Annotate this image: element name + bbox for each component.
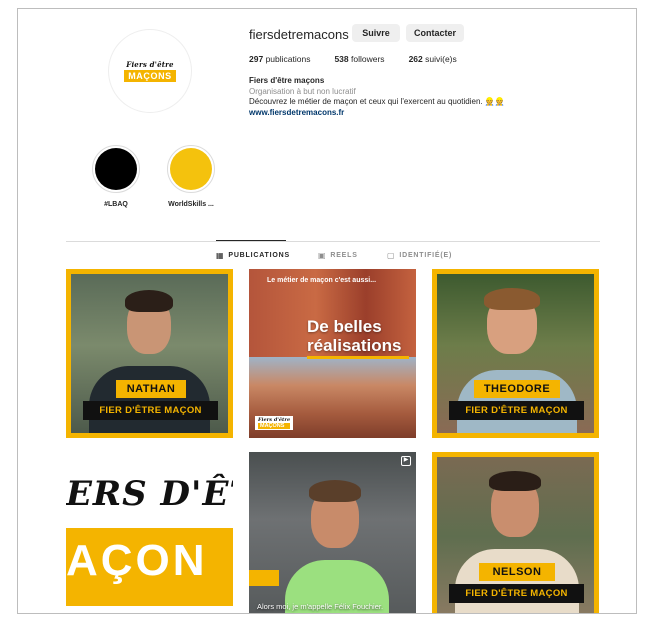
profile-avatar[interactable]: Fiers d'être MAÇONS	[108, 29, 192, 113]
tab-reels[interactable]: ▣ REELS	[318, 251, 358, 260]
highlight-ring	[92, 145, 140, 193]
post-tagline: FIER D'ÊTRE MAÇON	[449, 584, 584, 603]
tagged-icon: ▢	[387, 251, 396, 260]
tab-label: REELS	[330, 252, 358, 259]
post-theodore[interactable]: THEODORE FIER D'ÊTRE MAÇON	[432, 269, 599, 438]
active-tab-indicator	[216, 240, 286, 241]
highlight-label: WorldSkills ...	[168, 201, 214, 208]
post-title: De belles réalisations	[307, 317, 402, 355]
post-title-line: réalisations	[307, 336, 402, 355]
post-image: NELSON FIER D'ÊTRE MAÇON	[437, 457, 594, 613]
tab-tagged[interactable]: ▢ IDENTIFIÉ(E)	[387, 251, 452, 260]
post-nathan[interactable]: NATHAN FIER D'ÊTRE MAÇON	[66, 269, 233, 438]
person-hair	[489, 471, 541, 491]
tab-label: PUBLICATIONS	[228, 252, 290, 259]
reels-icon: ▣	[318, 251, 327, 260]
profile-stats: 297 publications 538 followers 262 suivi…	[249, 54, 457, 64]
highlight-lbaq[interactable]: #LBAQ	[88, 145, 144, 208]
highlight-cover	[170, 148, 212, 190]
post-image: Le métier de maçon c'est aussi... De bel…	[249, 269, 416, 438]
stat-followers[interactable]: 538 followers	[334, 54, 384, 64]
follow-button[interactable]: Suivre	[352, 24, 400, 42]
avatar-logo-top: Fiers d'être	[126, 60, 174, 69]
highlight-ring	[167, 145, 215, 193]
tab-label: IDENTIFIÉ(E)	[399, 252, 453, 259]
bio-link[interactable]: www.fiersdetremacons.fr	[249, 108, 579, 119]
person-hair	[125, 290, 173, 312]
post-name-tag: THEODORE	[474, 380, 560, 398]
profile-page: Fiers d'être MAÇONS fiersdetremacons Sui…	[17, 8, 637, 614]
bio-category: Organisation à but non lucratif	[249, 86, 356, 96]
highlight-label: #LBAQ	[104, 201, 128, 208]
bio-description: Découvrez le métier de maçon et ceux qui…	[249, 97, 505, 106]
grid-icon: ▦	[216, 251, 225, 260]
avatar-logo-bottom: MAÇONS	[124, 70, 176, 82]
person-hair	[484, 288, 540, 310]
person-torso	[455, 549, 579, 613]
person-torso	[89, 366, 210, 433]
tabs-divider	[66, 241, 600, 242]
stat-following[interactable]: 262 suivi(e)s	[409, 54, 457, 64]
post-image: NATHAN FIER D'ÊTRE MAÇON	[71, 274, 228, 433]
post-subtitle: Le métier de maçon c'est aussi...	[267, 277, 377, 284]
post-name-tag: NELSON	[479, 563, 555, 581]
tab-publications[interactable]: ▦ PUBLICATIONS	[216, 251, 290, 260]
profile-bio: Fiers d'être maçons Organisation à but n…	[249, 76, 579, 118]
highlight-cover	[95, 148, 137, 190]
highlight-worldskills[interactable]: WorldSkills ...	[163, 145, 219, 208]
post-image: Alors moi, je m'appelle Félix Fouchier. …	[249, 452, 416, 613]
post-name-tag: NATHAN	[116, 380, 186, 398]
post-nelson[interactable]: NELSON FIER D'ÊTRE MAÇON	[432, 452, 599, 613]
post-brand-graphic[interactable]: ERS D'ÊT AÇON	[66, 452, 233, 613]
post-yellow-accent	[249, 570, 279, 586]
video-caption: Alors moi, je m'appelle Félix Fouchier.	[257, 602, 384, 611]
post-brand-logo: Fiers d'être MAÇONS	[255, 416, 294, 430]
logo-bottom-text: MAÇONS	[258, 423, 291, 429]
post-graphic-text: ERS D'ÊT	[66, 474, 233, 514]
post-video-felix[interactable]: Alors moi, je m'appelle Félix Fouchier. …	[249, 452, 416, 613]
post-image: THEODORE FIER D'ÊTRE MAÇON	[437, 274, 594, 433]
contact-button[interactable]: Contacter	[406, 24, 464, 42]
person-hair	[309, 480, 361, 502]
post-tagline: FIER D'ÊTRE MAÇON	[83, 401, 218, 420]
post-title-line: De belles	[307, 317, 382, 336]
post-tagline: FIER D'ÊTRE MAÇON	[449, 401, 584, 420]
stat-posts: 297 publications	[249, 54, 311, 64]
title-underline	[307, 356, 409, 359]
post-graphic-text: AÇON	[66, 536, 208, 585]
post-image: ERS D'ÊT AÇON	[66, 452, 233, 613]
profile-username: fiersdetremacons	[249, 27, 349, 42]
bio-name: Fiers d'être maçons	[249, 76, 325, 85]
reel-icon: ▶	[401, 456, 411, 466]
post-realisations[interactable]: Le métier de maçon c'est aussi... De bel…	[249, 269, 416, 438]
